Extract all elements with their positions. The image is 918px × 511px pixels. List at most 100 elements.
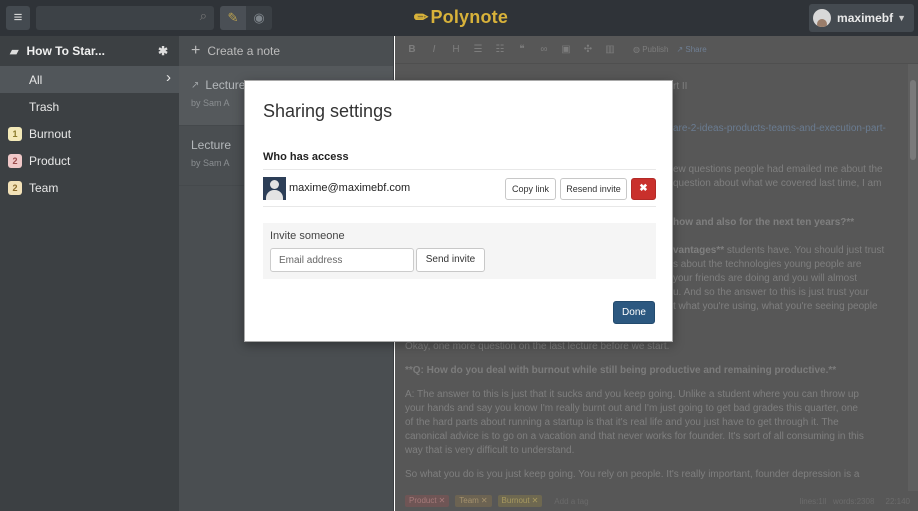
quote-icon[interactable]: ❝ <box>515 44 529 55</box>
user-avatar-icon <box>263 177 286 200</box>
hamburger-icon: ≡ <box>13 9 23 26</box>
tag-count-badge: 2 <box>8 180 22 195</box>
create-note-label: Create a note <box>207 44 281 58</box>
who-has-access-heading: Who has access <box>263 151 349 163</box>
sidebar-tag-burnout[interactable]: 1 Burnout <box>0 120 179 147</box>
footer-tag-burnout[interactable]: Burnout ✕ <box>497 495 543 507</box>
italic-icon[interactable]: I <box>427 44 441 55</box>
footer-tag-team[interactable]: Team ✕ <box>455 495 492 507</box>
sidebar-item-label: All <box>29 72 43 87</box>
edit-mode-button[interactable]: ✎ <box>220 6 246 30</box>
sidebar-item-all[interactable]: All › <box>0 66 179 93</box>
preview-mode-button[interactable]: ◉ <box>246 6 272 30</box>
invite-label: Invite someone <box>270 230 345 242</box>
line: of the hard parts about running a startu… <box>405 417 839 428</box>
tag-label: Product <box>409 496 437 505</box>
sidebar-tag-label: Burnout <box>29 126 72 141</box>
text-fragment: t what you're using, what you're seeing … <box>673 301 878 312</box>
editor-scrollbar[interactable] <box>908 64 918 491</box>
footer-tag-product[interactable]: Product ✕ <box>405 495 450 507</box>
fullscreen-icon[interactable]: ✣ <box>581 44 595 55</box>
sharing-settings-modal: Sharing settings Who has access maxime@m… <box>244 80 673 342</box>
sidebar-tag-product[interactable]: 2 Product <box>0 147 179 174</box>
access-row: maxime@maximebf.com Copy link Resend inv… <box>263 169 656 207</box>
app-logo: ✏ Polynote <box>414 7 508 28</box>
line-count: lines:1ll <box>799 496 827 506</box>
scrollbar-thumb[interactable] <box>910 80 916 160</box>
sidebar-tag-team[interactable]: 2 Team <box>0 174 179 201</box>
text-fragment: vantages** students have. You should jus… <box>673 244 884 258</box>
eye-icon: ◉ <box>253 10 265 25</box>
add-tag-input[interactable]: Add a tag <box>554 497 588 506</box>
share-button[interactable]: ↗ Share <box>676 45 706 54</box>
bold-icon[interactable]: B <box>405 44 419 55</box>
text-fragment: your friends are doing and you will almo… <box>673 273 857 284</box>
text-fragment: s about the technologies young people ar… <box>673 259 862 270</box>
sidebar: ▰ How To Star... ✱ All › Trash 1 Burnout… <box>0 36 179 511</box>
tag-count-badge: 1 <box>8 126 22 141</box>
access-user-email: maxime@maximebf.com <box>289 182 411 194</box>
search-input[interactable]: ⌕ <box>36 6 214 30</box>
note-title: Lecture <box>205 78 246 92</box>
line: canonical advice is to go on a vacation … <box>405 431 864 442</box>
avatar <box>813 9 832 27</box>
remove-tag-icon[interactable]: ✕ <box>481 496 488 505</box>
text-fragment: question about what we covered last time… <box>673 178 882 189</box>
line: way that is very difficult to understand… <box>405 445 575 456</box>
user-name: maximebf <box>837 11 894 25</box>
link-icon[interactable]: ∞ <box>537 44 551 55</box>
send-invite-button[interactable]: Send invite <box>416 248 485 272</box>
done-button[interactable]: Done <box>613 301 655 324</box>
note-body[interactable]: Okay, one more question on the last lect… <box>405 340 892 492</box>
line: your hands and say you know I'm really b… <box>405 403 858 414</box>
plus-icon: + <box>191 42 201 59</box>
text-fragment-bold: vantages** <box>673 245 725 256</box>
sidebar-item-trash[interactable]: Trash <box>0 93 179 120</box>
gear-icon[interactable]: ✱ <box>158 44 168 58</box>
user-menu-button[interactable]: maximebf ▼ <box>809 4 914 32</box>
notebook-icon: ▰ <box>10 45 19 58</box>
numbered-list-icon[interactable]: ☷ <box>493 44 507 55</box>
paragraph: A: The answer to this is just that it su… <box>405 388 892 458</box>
top-bar: ≡ ⌕ ✎ ◉ ✏ Polynote maximebf ▼ <box>0 0 918 36</box>
modal-title: Sharing settings <box>263 101 393 121</box>
create-note-button[interactable]: + Create a note <box>179 36 393 66</box>
tag-count-badge: 2 <box>8 153 22 168</box>
editor-footer: Product ✕ Team ✕ Burnout ✕ Add a tag lines:… <box>395 491 918 511</box>
chevron-right-icon: › <box>166 69 171 86</box>
email-field[interactable] <box>270 248 414 272</box>
tag-label: Burnout <box>501 496 530 505</box>
copy-link-button[interactable]: Copy link <box>505 178 556 200</box>
text-fragment: how and also for the next ten years?** <box>673 217 855 228</box>
app-logo-text: Polynote <box>430 7 509 27</box>
word-count: words:2308 <box>833 496 875 506</box>
line: A: The answer to this is just that it su… <box>405 389 859 400</box>
sidebar-item-label: Trash <box>29 99 60 114</box>
text-fragment: u. And so the answer to this is just tru… <box>673 287 869 298</box>
resend-invite-button[interactable]: Resend invite <box>560 178 627 200</box>
heading-icon[interactable]: H <box>449 44 463 55</box>
text-fragment: ew questions people had emailed me about… <box>673 164 883 175</box>
remove-tag-icon[interactable]: ✕ <box>532 496 539 505</box>
share-label: Share <box>685 45 707 54</box>
menu-button[interactable]: ≡ <box>6 6 30 30</box>
pencil-logo-icon: ✏ <box>414 8 429 27</box>
editor-toolbar: B I H ☰ ☷ ❝ ∞ ▣ ✣ ▥ ◍ Publish ↗ Share <box>395 36 918 64</box>
sidebar-tag-label: Product <box>29 153 71 168</box>
cursor-position: 22:140 <box>885 496 910 506</box>
notebook-header[interactable]: ▰ How To Star... ✱ <box>0 36 179 66</box>
remove-access-button[interactable]: ✖ <box>631 178 656 200</box>
editor-mode-toggle: ✎ ◉ <box>220 6 272 30</box>
editor-stats: lines:1ll words:2308 22:140 <box>800 497 910 506</box>
image-icon[interactable]: ▣ <box>559 44 573 55</box>
text-fragment-rest: students have. You should just trust <box>724 245 885 256</box>
list-icon[interactable]: ☰ <box>471 44 485 55</box>
chevron-down-icon: ▼ <box>897 13 906 23</box>
paragraph: So what you do is you just keep going. Y… <box>405 469 860 480</box>
publish-button[interactable]: ◍ Publish <box>633 45 668 54</box>
remove-tag-icon[interactable]: ✕ <box>439 496 446 505</box>
note-link-fragment[interactable]: are-2-ideas-products-teams-and-execution… <box>673 122 886 136</box>
trash-icon[interactable]: ▥ <box>603 44 617 55</box>
edit-icon: ✎ <box>227 10 239 25</box>
invite-section: Invite someone Send invite <box>263 223 656 279</box>
